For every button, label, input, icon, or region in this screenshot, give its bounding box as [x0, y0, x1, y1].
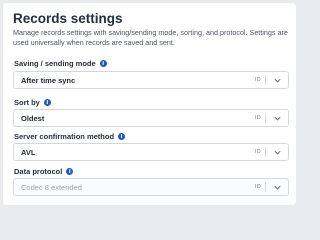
saving-sending-mode-select[interactable]: After time sync ID — [13, 71, 289, 89]
sort-by-select[interactable]: Oldest ID — [13, 109, 289, 127]
panel-title: Records settings — [13, 11, 123, 26]
divider — [265, 147, 266, 157]
records-settings-panel: Records settings Manage records settings… — [3, 3, 296, 205]
server-confirmation-method-label: Server confirmation method i — [14, 132, 126, 141]
saving-sending-mode-label: Saving / sending mode i — [14, 59, 107, 68]
select-value: AVL — [21, 148, 36, 157]
data-protocol-label: Data protocol i — [14, 167, 74, 176]
select-value: After time sync — [21, 76, 76, 85]
id-badge: ID — [254, 77, 261, 83]
divider — [265, 113, 266, 123]
id-badge: ID — [254, 115, 261, 121]
id-badge: ID — [254, 184, 261, 190]
info-icon[interactable]: i — [99, 60, 107, 67]
chevron-down-icon[interactable] — [273, 183, 282, 192]
select-value: Codec 8 extended — [21, 183, 82, 192]
id-badge: ID — [254, 149, 261, 155]
info-icon[interactable]: i — [118, 133, 126, 140]
server-confirmation-method-select[interactable]: AVL ID — [13, 143, 289, 161]
chevron-down-icon[interactable] — [273, 76, 282, 85]
sort-by-label: Sort by i — [14, 98, 51, 107]
divider — [265, 75, 266, 85]
chevron-down-icon[interactable] — [273, 114, 282, 123]
info-icon[interactable]: i — [66, 168, 74, 175]
info-icon[interactable]: i — [43, 99, 51, 106]
divider — [265, 182, 266, 192]
data-protocol-select[interactable]: Codec 8 extended ID — [13, 178, 289, 196]
select-value: Oldest — [21, 114, 45, 123]
panel-description: Manage records settings with saving/send… — [13, 28, 288, 47]
chevron-down-icon[interactable] — [273, 148, 282, 157]
